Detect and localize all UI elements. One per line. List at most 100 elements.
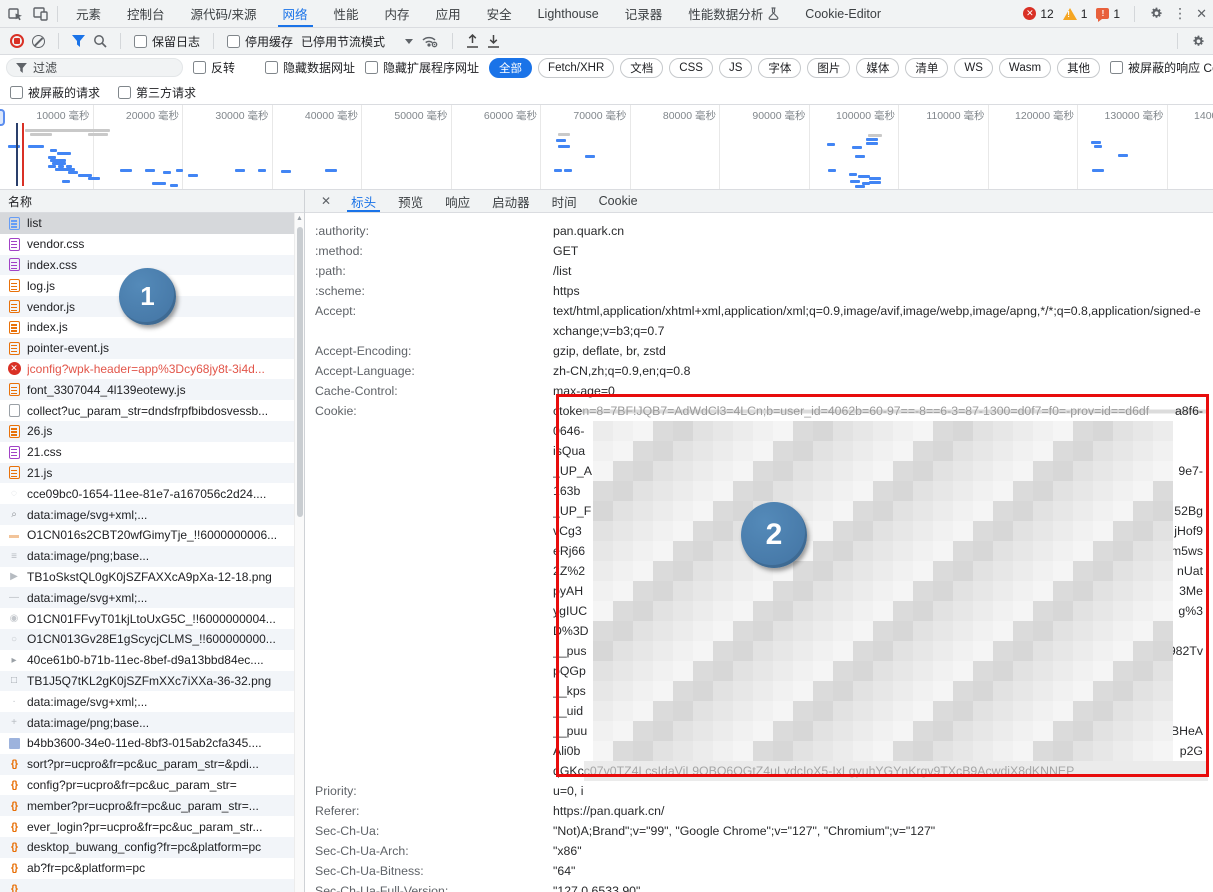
tab-控制台[interactable]: 控制台 (114, 0, 178, 27)
details-tab-标头[interactable]: 标头 (341, 190, 386, 212)
filter-chip-Fetch/XHR[interactable]: Fetch/XHR (538, 57, 615, 78)
search-icon[interactable] (93, 34, 107, 48)
filter-chip-媒体[interactable]: 媒体 (856, 57, 900, 78)
filter-chip-清单[interactable]: 清单 (905, 57, 949, 78)
warning-count-badge[interactable]: 1 (1062, 7, 1087, 21)
import-har-icon[interactable] (466, 34, 479, 48)
inspect-element-icon[interactable] (8, 6, 23, 21)
record-stop-icon[interactable] (10, 34, 24, 48)
blocked-requests-checkbox[interactable] (10, 85, 23, 99)
preserve-log-toggle[interactable]: 保留日志 (134, 33, 200, 50)
preserve-log-checkbox[interactable] (134, 34, 147, 48)
request-list-scrollbar[interactable]: ▲ (294, 213, 304, 892)
disable-cache-checkbox[interactable] (227, 34, 241, 48)
error-count-badge[interactable]: ✕ 12 (1023, 7, 1054, 21)
invert-filter-toggle[interactable]: 反转 (193, 59, 235, 76)
tab-Cookie-Editor[interactable]: Cookie-Editor (792, 0, 894, 27)
details-tab-响应[interactable]: 响应 (435, 190, 480, 212)
device-toolbar-icon[interactable] (33, 6, 48, 21)
tab-Lighthouse[interactable]: Lighthouse (525, 0, 612, 27)
tab-记录器[interactable]: 记录器 (612, 0, 676, 27)
settings-gear-icon[interactable] (1149, 6, 1164, 21)
filter-chip-全部[interactable]: 全部 (489, 57, 533, 78)
request-row[interactable]: + data:image/png;base... (0, 712, 294, 733)
filter-input[interactable] (33, 60, 173, 75)
request-row[interactable]: {} desktop_buwang_config?fr=pc&platform=p… (0, 836, 294, 858)
request-row[interactable]: pointer-event.js (0, 337, 294, 359)
tab-安全[interactable]: 安全 (474, 0, 525, 27)
filter-chip-CSS[interactable]: CSS (669, 57, 713, 78)
request-row[interactable]: ✕ jconfig?wpk-header=app%3Dcy68jy8t-3i4d.… (0, 359, 294, 380)
timeline-playhead-red[interactable] (22, 123, 24, 186)
request-row[interactable]: font_3307044_4l139eotewy.js (0, 379, 294, 401)
filter-chip-其他[interactable]: 其他 (1057, 57, 1101, 78)
filter-input-pill[interactable] (6, 58, 183, 77)
request-row[interactable]: {} ever_login?pr=ucpro&fr=pc&uc_param_str… (0, 816, 294, 837)
hide-extension-urls-checkbox[interactable] (365, 61, 379, 74)
network-settings-gear-icon[interactable] (1191, 34, 1207, 49)
request-row[interactable]: {} (0, 878, 294, 892)
request-row[interactable]: — data:image/svg+xml;... (0, 587, 294, 609)
issues-count-badge[interactable]: ! 1 (1096, 7, 1120, 22)
request-row[interactable]: ○ O1CN013Gv28E1gScycjCLMS_!!600000000... (0, 628, 294, 650)
tab-性能[interactable]: 性能 (321, 0, 372, 27)
scrollbar-thumb[interactable] (296, 227, 303, 517)
request-row[interactable]: {} member?pr=ucpro&fr=pc&uc_param_str=... (0, 795, 294, 817)
tab-网络[interactable]: 网络 (270, 0, 321, 27)
tab-源代码/来源[interactable]: 源代码/来源 (178, 0, 270, 27)
request-row[interactable]: {} sort?pr=ucpro&fr=pc&uc_param_str=&pdi.… (0, 753, 294, 775)
tab-应用[interactable]: 应用 (423, 0, 474, 27)
hide-data-urls-toggle[interactable]: 隐藏数据网址 (265, 59, 355, 76)
more-options-icon[interactable]: ⋮ (1173, 5, 1187, 22)
tab-内存[interactable]: 内存 (372, 0, 423, 27)
hide-extension-urls-toggle[interactable]: 隐藏扩展程序网址 (365, 59, 479, 76)
request-row[interactable]: 26.js (0, 420, 294, 442)
request-row[interactable]: {} ab?fr=pc&platform=pc (0, 858, 294, 879)
request-row[interactable]: ▸ 40ce61b0-b71b-11ec-8bef-d9a13bbd84ec...… (0, 650, 294, 671)
request-row[interactable]: {} config?pr=ucpro&fr=pc&uc_param_str= (0, 775, 294, 796)
details-tab-时间[interactable]: 时间 (542, 190, 587, 212)
request-row[interactable]: ◉ O1CN01FFvyT01kjLtoUxG5C_!!6000000004... (0, 608, 294, 629)
request-row[interactable]: ≡ data:image/png;base... (0, 545, 294, 567)
network-conditions-icon[interactable] (421, 34, 439, 48)
filter-chip-WS[interactable]: WS (954, 57, 993, 78)
request-row[interactable]: ⌕ data:image/svg+xml;... (0, 504, 294, 525)
close-devtools-icon[interactable]: ✕ (1196, 6, 1209, 22)
request-row[interactable]: vendor.css (0, 234, 294, 255)
request-row[interactable]: list (0, 213, 294, 234)
request-row[interactable]: 21.js (0, 462, 294, 484)
filter-chip-Wasm[interactable]: Wasm (998, 57, 1052, 78)
filter-chip-字体[interactable]: 字体 (758, 57, 802, 78)
throttling-select[interactable]: 已停用节流模式 (301, 33, 414, 50)
request-list-header[interactable]: 名称 (0, 190, 304, 213)
request-row[interactable]: ▶ TB1oSkstQL0gK0jSZFAXXcA9pXa-12-18.png (0, 567, 294, 588)
request-row[interactable]: ◌ cce09bc0-1654-11ee-81e7-a167056c2d24...… (0, 483, 294, 504)
disable-cache-toggle[interactable]: 停用缓存 (227, 33, 293, 50)
request-row[interactable]: ∙ data:image/svg+xml;... (0, 691, 294, 712)
details-tab-预览[interactable]: 预览 (388, 190, 433, 212)
request-row[interactable]: b4bb3600-34e0-11ed-8bf3-015ab2cfa345.... (0, 733, 294, 754)
timeline-playhead-blue[interactable] (16, 123, 18, 186)
request-row[interactable]: □ TB1J5Q7tKL2gK0jSZFmXXc7iXXa-36-32.png (0, 670, 294, 692)
invert-checkbox[interactable] (193, 61, 206, 74)
request-row[interactable]: 21.css (0, 442, 294, 463)
close-details-icon[interactable]: ✕ (313, 190, 339, 212)
blocked-response-cookies-checkbox[interactable] (1110, 61, 1124, 74)
details-tab-Cookie[interactable]: Cookie (589, 190, 648, 212)
request-row[interactable]: collect?uc_param_str=dndsfrpfbibdosvessb… (0, 400, 294, 421)
tab-性能数据分析[interactable]: 性能数据分析 (675, 0, 792, 27)
scroll-up-icon[interactable]: ▲ (296, 215, 303, 222)
filter-chip-图片[interactable]: 图片 (807, 57, 851, 78)
third-party-requests-checkbox[interactable] (118, 85, 132, 99)
export-har-icon[interactable] (487, 34, 500, 48)
filter-chip-JS[interactable]: JS (718, 57, 753, 78)
tab-元素[interactable]: 元素 (63, 0, 114, 27)
hide-data-urls-checkbox[interactable] (265, 61, 279, 74)
blocked-response-cookies-toggle[interactable]: 被屏蔽的响应 Cookie (1110, 59, 1213, 76)
request-row[interactable]: ▬ O1CN016s2CBT20wfGimyTje_!!6000000006... (0, 525, 294, 546)
third-party-requests-toggle[interactable]: 第三方请求 (118, 84, 196, 101)
details-tab-启动器[interactable]: 启动器 (482, 190, 540, 212)
network-overview-timeline[interactable]: 10000 毫秒 20000 毫秒 30000 毫秒 40000 毫秒 50000 毫秒… (0, 105, 1213, 190)
blocked-requests-toggle[interactable]: 被屏蔽的请求 (10, 84, 100, 101)
clear-network-log-icon[interactable] (32, 34, 45, 48)
